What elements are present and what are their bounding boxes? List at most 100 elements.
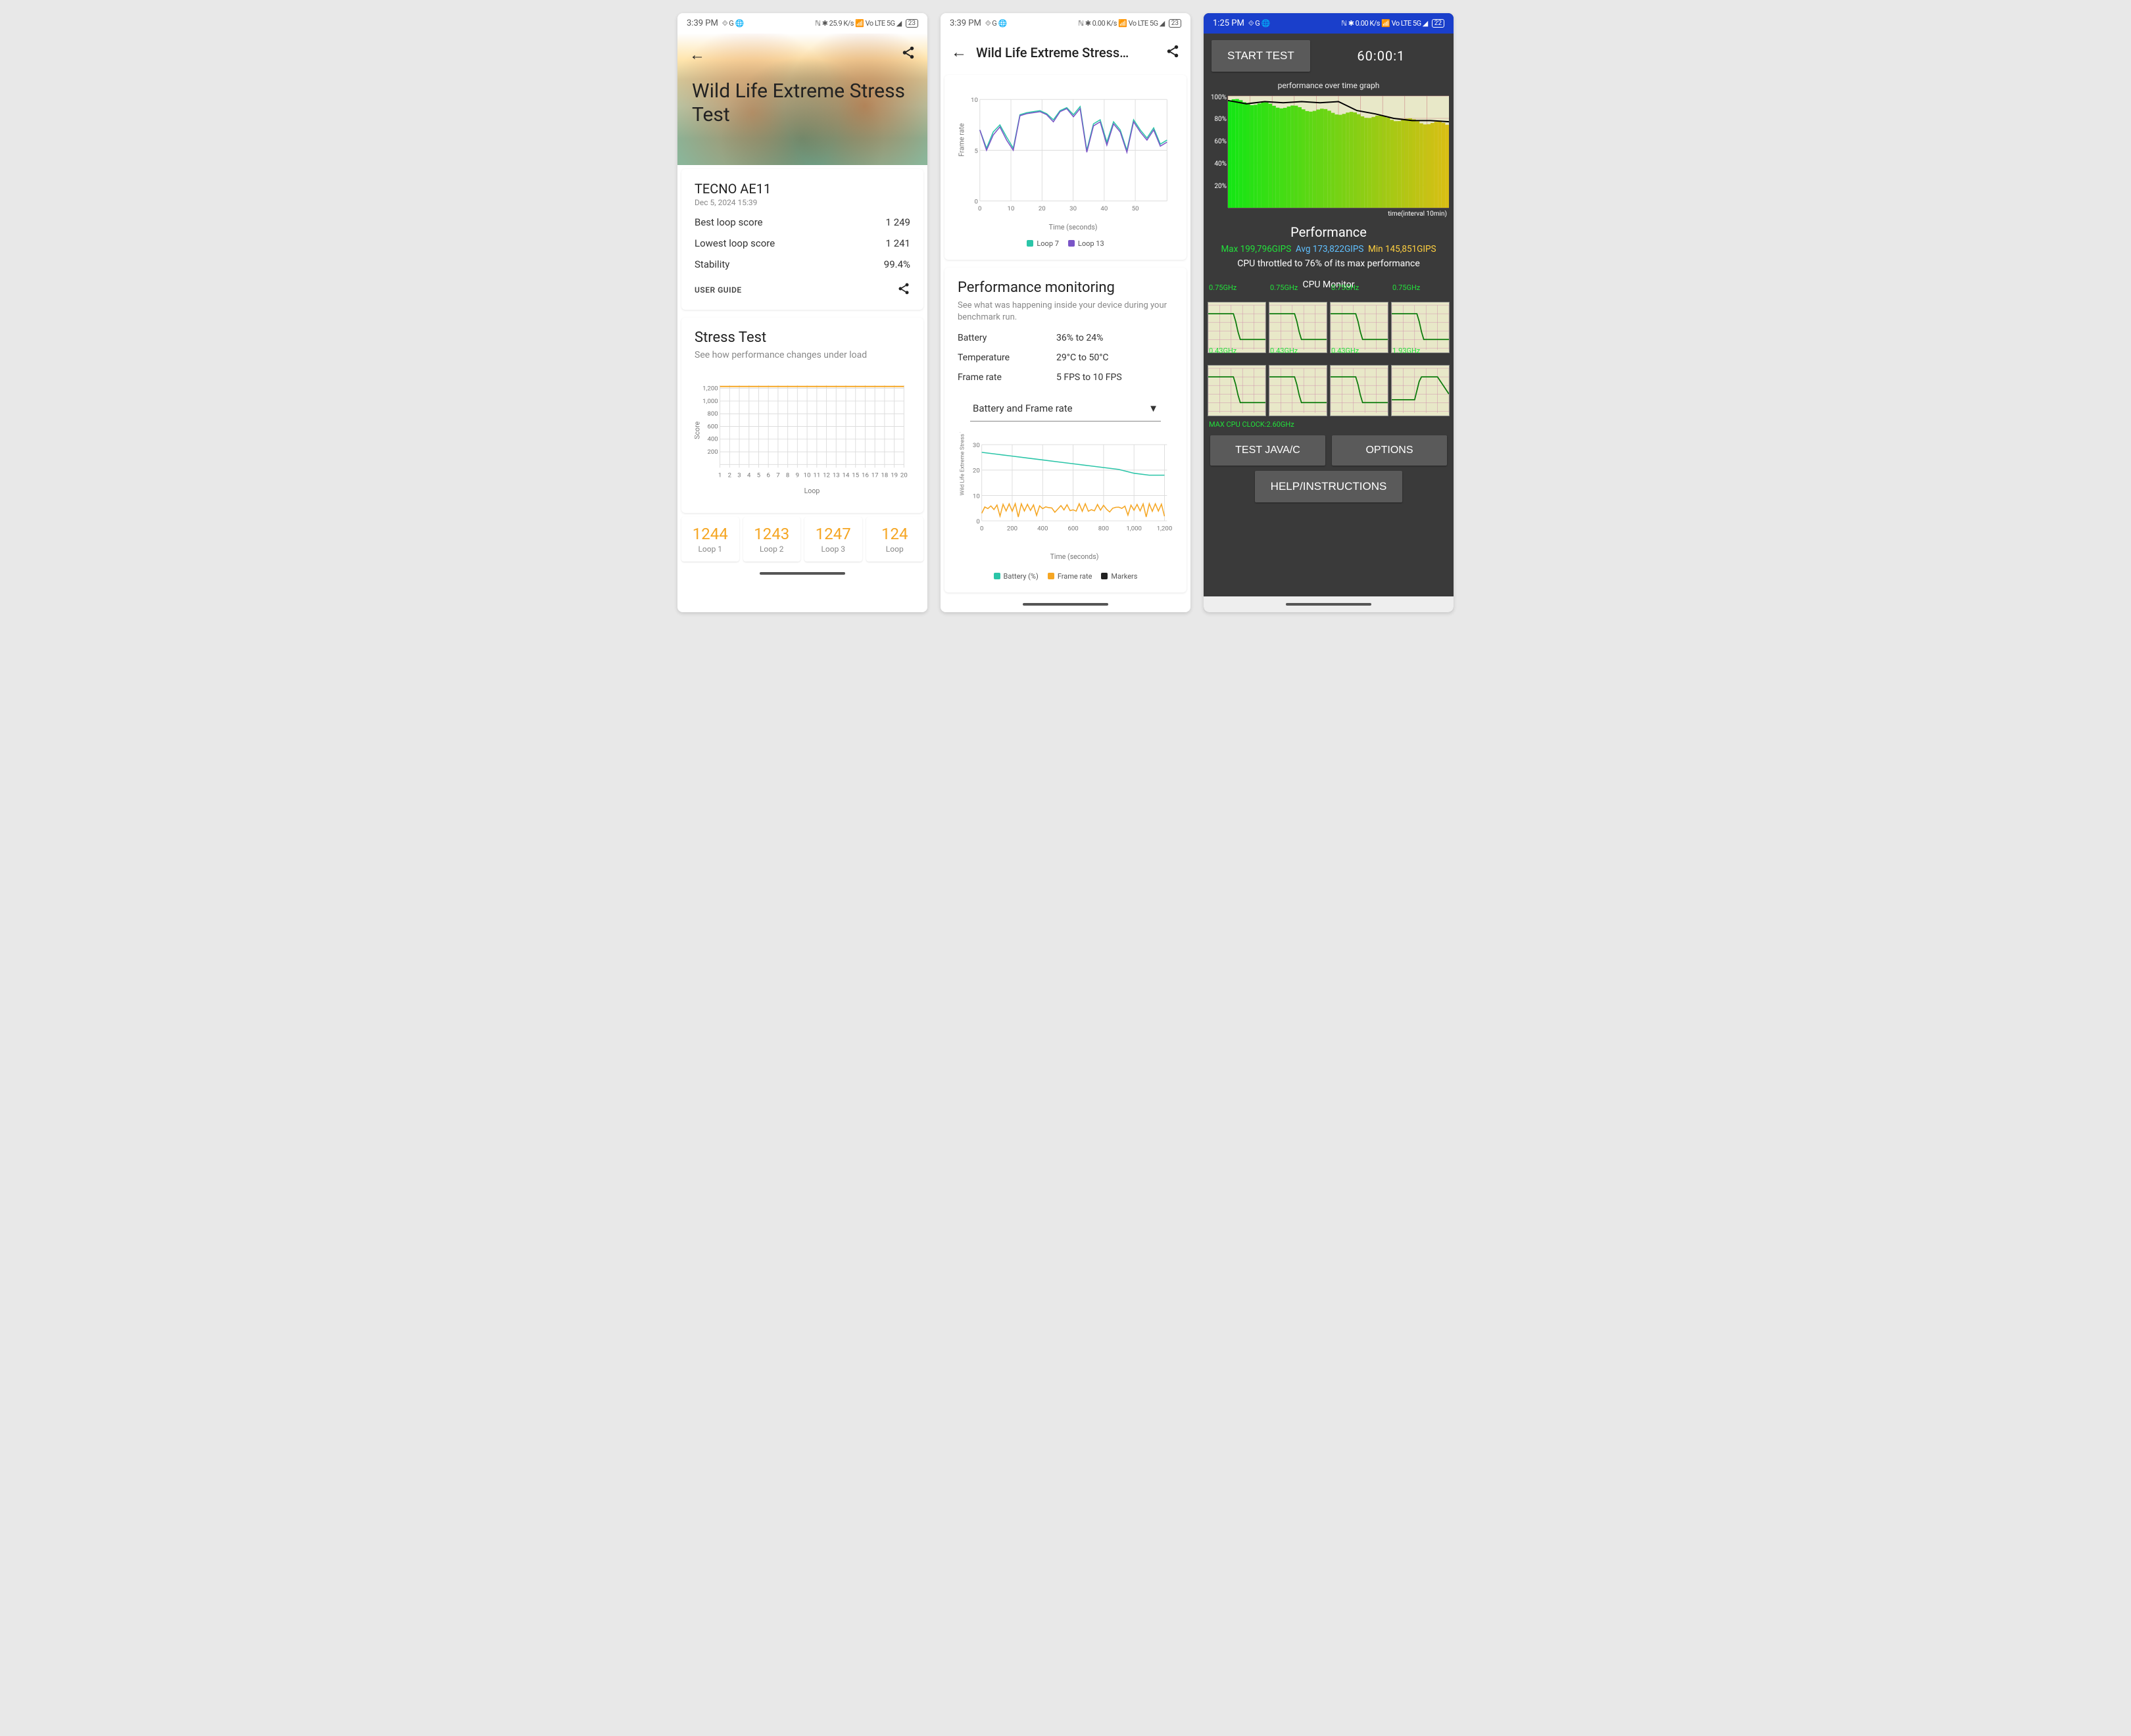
test-javac-button[interactable]: TEST JAVA/C [1210,435,1325,466]
pm-title: Performance monitoring [958,279,1173,296]
home-indicator[interactable] [1286,603,1371,606]
share-icon[interactable] [897,282,910,298]
home-indicator[interactable] [760,572,845,575]
help-button[interactable]: HELP/INSTRUCTIONS [1255,471,1403,502]
best-score-label: Best loop score [695,216,763,228]
options-button[interactable]: OPTIONS [1332,435,1447,466]
device-card: TECNO AE11 Dec 5, 2024 15:39 Best loop s… [681,169,923,310]
cpu-freq-label: 0.75GHz [1209,283,1237,292]
screen-3dmark-detail: 3:39 PM ⟐ G 🌐 ℕ ✱ 0.00 K/s 📶 Vo LTE 5G ◢… [941,13,1190,612]
cpu-core-cell: 0.43GHz [1269,356,1327,416]
legend: Battery (%) Frame rate Markers [958,572,1173,581]
svg-text:8: 8 [786,472,789,479]
cpu-core-cell: 0.43GHz [1208,356,1266,416]
timer: 60:00:1 [1317,48,1446,64]
svg-text:4: 4 [747,472,751,479]
svg-text:30: 30 [1069,205,1077,212]
svg-text:10: 10 [1008,205,1015,212]
svg-text:15: 15 [852,472,859,479]
svg-text:40: 40 [1100,205,1108,212]
svg-text:1,000: 1,000 [702,398,718,405]
svg-text:Time (seconds): Time (seconds) [1050,552,1099,561]
svg-text:40%: 40% [1214,160,1227,168]
cpu-core-cell: 0.75GHz [1391,293,1450,353]
svg-text:600: 600 [1067,525,1078,533]
statusbar: 1:25 PM ⟐ G 🌐 ℕ ✱ 0.00 K/s 📶 Vo LTE 5G ◢… [1204,13,1454,34]
loop-tiles: 1244Loop 1 1243Loop 2 1247Loop 3 124Loop [681,517,923,562]
svg-text:18: 18 [881,472,888,479]
status-icons-left: ⟐ G 🌐 [985,19,1007,28]
svg-text:16: 16 [862,472,869,479]
cpu-core-cell: 0.43GHz [1330,356,1388,416]
svg-text:Frame rate: Frame rate [958,123,966,157]
statusbar: 3:39 PM ⟐ G 🌐 ℕ ✱ 0.00 K/s 📶 Vo LTE 5G ◢… [941,13,1190,34]
cpu-freq-label: 0.43GHz [1270,347,1298,355]
metric-dropdown[interactable]: Battery and Frame rate ▼ [970,396,1161,422]
page-title: Wild Life Extreme Stress Test [692,80,913,127]
svg-text:3: 3 [737,472,741,479]
svg-text:0: 0 [978,205,981,212]
low-score-label: Lowest loop score [695,237,775,249]
stability-val: 99.4% [884,258,910,270]
loop-tile[interactable]: 1247Loop 3 [804,517,862,562]
loop-tile[interactable]: 1244Loop 1 [681,517,739,562]
svg-text:800: 800 [707,410,718,418]
statusbar: 3:39 PM ⟐ G 🌐 ℕ ✱ 25.9 K/s 📶 Vo LTE 5G ◢… [677,13,927,34]
screen-cputhrottle: 1:25 PM ⟐ G 🌐 ℕ ✱ 0.00 K/s 📶 Vo LTE 5G ◢… [1204,13,1454,612]
status-time: 3:39 PM [687,18,718,28]
svg-text:30: 30 [973,442,980,449]
cpu-freq-label: 0.75GHz [1270,283,1298,292]
battery-icon: 22 [1432,19,1444,28]
cpu-freq-label: 0.75GHz [1331,283,1359,292]
legend: Loop 7 Loop 13 [958,239,1173,248]
svg-text:6: 6 [766,472,770,479]
svg-text:200: 200 [1007,525,1017,533]
share-icon[interactable] [1165,44,1180,61]
svg-text:20: 20 [973,468,980,475]
best-score-val: 1 249 [886,216,910,228]
stress-chart-card: Stress Test See how performance changes … [681,318,923,513]
svg-text:17: 17 [871,472,879,479]
user-guide-link[interactable]: USER GUIDE [695,285,742,295]
status-icons-right: ℕ ✱ 0.00 K/s 📶 Vo LTE 5G ◢ [1341,19,1428,28]
svg-text:Time (seconds): Time (seconds) [1049,223,1098,231]
cpu-freq-label: 1.93GHz [1392,347,1420,355]
loop-tile[interactable]: 1243Loop 2 [743,517,801,562]
cpu-core-cell: 0.75GHz [1269,293,1327,353]
cpu-monitor-grid: 0.75GHz0.75GHz0.75GHz0.75GHz0.43GHz0.43G… [1204,290,1454,419]
device-name: TECNO AE11 [695,181,910,197]
home-indicator[interactable] [1023,603,1108,606]
svg-text:10: 10 [804,472,811,479]
framerate-chart-card: Frame rate 1050 01020 304050 Time (secon [944,75,1187,260]
cpu-freq-label: 0.75GHz [1392,283,1420,292]
screen-3dmark-summary: 3:39 PM ⟐ G 🌐 ℕ ✱ 25.9 K/s 📶 Vo LTE 5G ◢… [677,13,927,612]
svg-text:19: 19 [891,472,898,479]
stress-title: Stress Test [695,329,910,346]
performance-summary: Performance Max 199,796GIPS Avg 173,822G… [1204,218,1454,276]
svg-text:20: 20 [900,472,908,479]
svg-text:Wild Life Extreme Stress Test: Wild Life Extreme Stress Test [960,432,966,495]
battery-icon: 23 [1169,19,1181,28]
svg-text:Loop: Loop [804,487,820,495]
back-icon[interactable]: ← [689,45,705,64]
svg-text:1: 1 [718,472,722,479]
start-test-button[interactable]: START TEST [1212,40,1310,72]
loop-tile[interactable]: 124Loop [866,517,924,562]
battery-icon: 23 [906,19,918,28]
svg-text:9: 9 [796,472,799,479]
svg-text:Score: Score [695,421,702,439]
share-icon[interactable] [901,45,916,64]
low-score-val: 1 241 [886,237,910,249]
svg-text:13: 13 [833,472,840,479]
svg-text:0: 0 [974,199,977,206]
svg-text:100%: 100% [1211,94,1227,101]
svg-text:800: 800 [1098,525,1109,533]
svg-text:600: 600 [707,423,718,430]
back-icon[interactable]: ← [951,43,967,62]
svg-text:400: 400 [1037,525,1048,533]
svg-text:20: 20 [1039,205,1046,212]
hero-banner: ← Wild Life Extreme Stress Test [677,34,927,165]
topbar: ← Wild Life Extreme Stress… [941,34,1190,71]
svg-text:10: 10 [973,493,980,500]
svg-text:5: 5 [974,147,978,155]
